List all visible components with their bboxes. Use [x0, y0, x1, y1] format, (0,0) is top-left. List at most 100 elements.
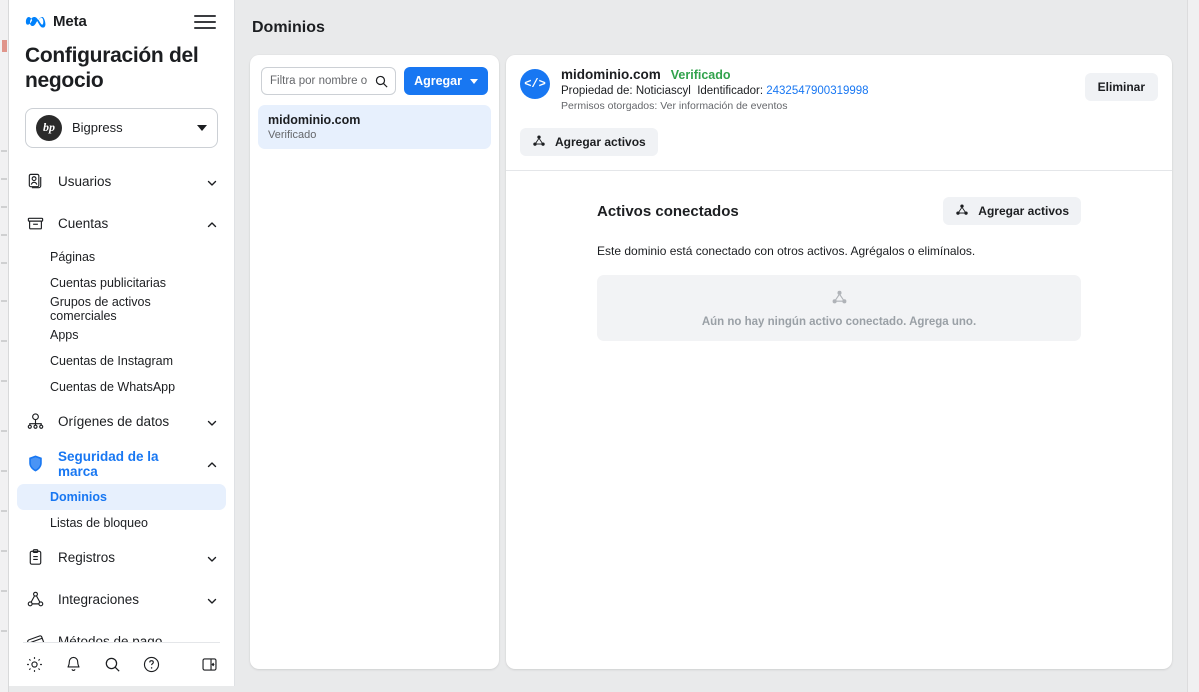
nav-group-cuentas: Cuentas Páginas Cuentas publicitarias Gr…: [9, 204, 234, 400]
assets-node-icon: [955, 203, 969, 220]
collapse-panel-icon[interactable]: [198, 654, 220, 676]
sidebar-nav: Usuarios Cuentas Páginas Cuentas publici…: [9, 148, 234, 642]
sidebar-item-label: Seguridad de la marca: [58, 448, 159, 479]
detail-domain-name: midominio.com: [561, 67, 661, 82]
nav-group-origenes-datos: Orígenes de datos: [9, 402, 234, 442]
sidebar-subitem-apps[interactable]: Apps: [17, 322, 226, 348]
sidebar-item-metodos-de-pago[interactable]: Métodos de pago: [17, 622, 226, 642]
sidebar-footer: [23, 642, 220, 686]
section-description: Este dominio está conectado con otros ac…: [597, 244, 976, 258]
data-sources-node-icon: [25, 412, 45, 432]
add-assets-button-section[interactable]: Agregar activos: [943, 197, 1081, 225]
identifier-label: Identificador:: [697, 85, 764, 97]
sidebar-item-label: Cuentas: [58, 216, 109, 232]
owner-label: Propiedad de:: [561, 85, 633, 97]
delete-button[interactable]: Eliminar: [1084, 73, 1158, 101]
business-selector[interactable]: bp Bigpress: [25, 107, 218, 148]
chevron-up-icon: [206, 218, 218, 230]
background-window-right-edge: [1187, 0, 1199, 692]
page-title: Configuración del negocio: [25, 44, 199, 92]
sidebar-subitem-listas-de-bloqueo[interactable]: Listas de bloqueo: [17, 510, 226, 536]
sidebar-subitem-label: Dominios: [50, 489, 107, 504]
add-assets-button-header[interactable]: Agregar activos: [520, 128, 658, 156]
sidebar-subitem-cuentas-publicitarias[interactable]: Cuentas publicitarias: [17, 270, 226, 296]
brand-name: Meta: [53, 13, 87, 30]
chevron-down-icon: [206, 176, 218, 188]
list-item[interactable]: midominio.com Verificado: [258, 105, 491, 149]
sidebar-item-label: Registros: [58, 550, 116, 566]
sidebar-subitem-label: Páginas: [50, 249, 96, 264]
meta-infinity-icon: [25, 15, 47, 29]
sidebar-item-origenes-de-datos[interactable]: Orígenes de datos: [17, 402, 226, 442]
breadcrumb: Dominios: [252, 18, 325, 36]
sidebar-subitem-grupos-activos[interactable]: Grupos de activos comerciales: [17, 294, 226, 323]
permissions-text: Permisos otorgados: Ver información de e…: [561, 100, 788, 112]
sidebar-item-label: Orígenes de datos: [58, 414, 170, 430]
chevron-down-icon: [197, 124, 207, 131]
domain-detail-header: </> midominio.com Verificado Propiedad d…: [506, 55, 1172, 122]
sidebar-subitem-paginas[interactable]: Páginas: [17, 244, 226, 270]
users-card-icon: [25, 172, 45, 192]
sidebar-item-usuarios[interactable]: Usuarios: [17, 162, 226, 202]
gear-icon[interactable]: [23, 654, 45, 676]
empty-state: Aún no hay ningún activo conectado. Agre…: [597, 275, 1081, 341]
sidebar-subitem-label: Apps: [50, 327, 79, 342]
assets-node-icon: [831, 289, 848, 311]
domain-list-panel: Agregar midominio.com Verificado: [250, 55, 499, 669]
sidebar-item-label: Métodos de pago: [58, 634, 163, 642]
sidebar-item-registros[interactable]: Registros: [17, 538, 226, 578]
header-actions: Agregar activos: [506, 122, 1172, 170]
add-assets-label: Agregar activos: [978, 204, 1069, 218]
sidebar-item-integraciones[interactable]: Integraciones: [17, 580, 226, 620]
chevron-down-icon: [470, 78, 478, 84]
section-title: Activos conectados: [597, 202, 739, 220]
identifier-value[interactable]: 2432547900319998: [766, 85, 868, 97]
help-circle-icon[interactable]: [140, 654, 162, 676]
credit-card-icon: [25, 632, 45, 642]
add-domain-button[interactable]: Agregar: [404, 67, 488, 95]
sidebar: Meta Configuración del negocio bp Bigpre…: [9, 0, 235, 686]
domain-detail-card: </> midominio.com Verificado Propiedad d…: [506, 55, 1172, 669]
search-icon: [374, 74, 389, 94]
chevron-down-icon: [206, 594, 218, 606]
status-badge: Verificado: [670, 68, 731, 82]
add-domain-label: Agregar: [414, 74, 462, 88]
connected-assets-section: Activos conectados Agregar activos Este …: [506, 171, 1172, 341]
sidebar-subitem-dominios[interactable]: Dominios: [17, 483, 226, 510]
hamburger-icon[interactable]: [192, 10, 218, 34]
add-assets-label: Agregar activos: [555, 135, 646, 149]
meta-logo[interactable]: Meta: [25, 10, 87, 30]
domain-list-toolbar: Agregar: [250, 55, 499, 105]
assets-node-icon: [532, 134, 546, 151]
accounts-box-icon: [25, 214, 45, 234]
sidebar-subitem-instagram[interactable]: Cuentas de Instagram: [17, 348, 226, 374]
domain-name: midominio.com: [268, 113, 361, 127]
nav-group-usuarios: Usuarios: [9, 162, 234, 202]
business-name: Bigpress: [72, 120, 123, 136]
sidebar-item-seguridad-de-la-marca[interactable]: Seguridad de la marca: [17, 444, 226, 484]
empty-state-text: Aún no hay ningún activo conectado. Agre…: [701, 315, 977, 328]
nav-group-seguridad-marca: Seguridad de la marca Dominios Listas de…: [9, 444, 234, 536]
search-icon[interactable]: [101, 654, 123, 676]
code-tags-icon: </>: [520, 69, 550, 99]
sidebar-subitem-label: Cuentas de Instagram: [50, 353, 173, 368]
integrations-node-icon: [25, 590, 45, 610]
sidebar-item-cuentas[interactable]: Cuentas: [17, 204, 226, 244]
sidebar-subitem-label: Grupos de activos comerciales: [50, 294, 151, 323]
chevron-down-icon: [206, 416, 218, 428]
sidebar-item-label: Usuarios: [58, 174, 112, 190]
chevron-up-icon: [206, 458, 218, 470]
domain-status: Verificado: [268, 129, 317, 141]
sidebar-subitem-label: Cuentas de WhatsApp: [50, 379, 176, 394]
sidebar-subitem-label: Listas de bloqueo: [50, 515, 148, 530]
sidebar-subitem-label: Cuentas publicitarias: [50, 275, 167, 290]
avatar: bp: [36, 114, 62, 141]
bell-icon[interactable]: [62, 654, 84, 676]
owner-value: Noticiascyl: [635, 85, 691, 97]
clipboard-icon: [25, 548, 45, 568]
page-header: Dominios: [236, 0, 1187, 55]
background-window-left-edge: [0, 0, 9, 692]
nav-group-integraciones: Integraciones: [9, 580, 234, 620]
search-field[interactable]: [261, 67, 397, 95]
sidebar-subitem-whatsapp[interactable]: Cuentas de WhatsApp: [17, 374, 226, 400]
